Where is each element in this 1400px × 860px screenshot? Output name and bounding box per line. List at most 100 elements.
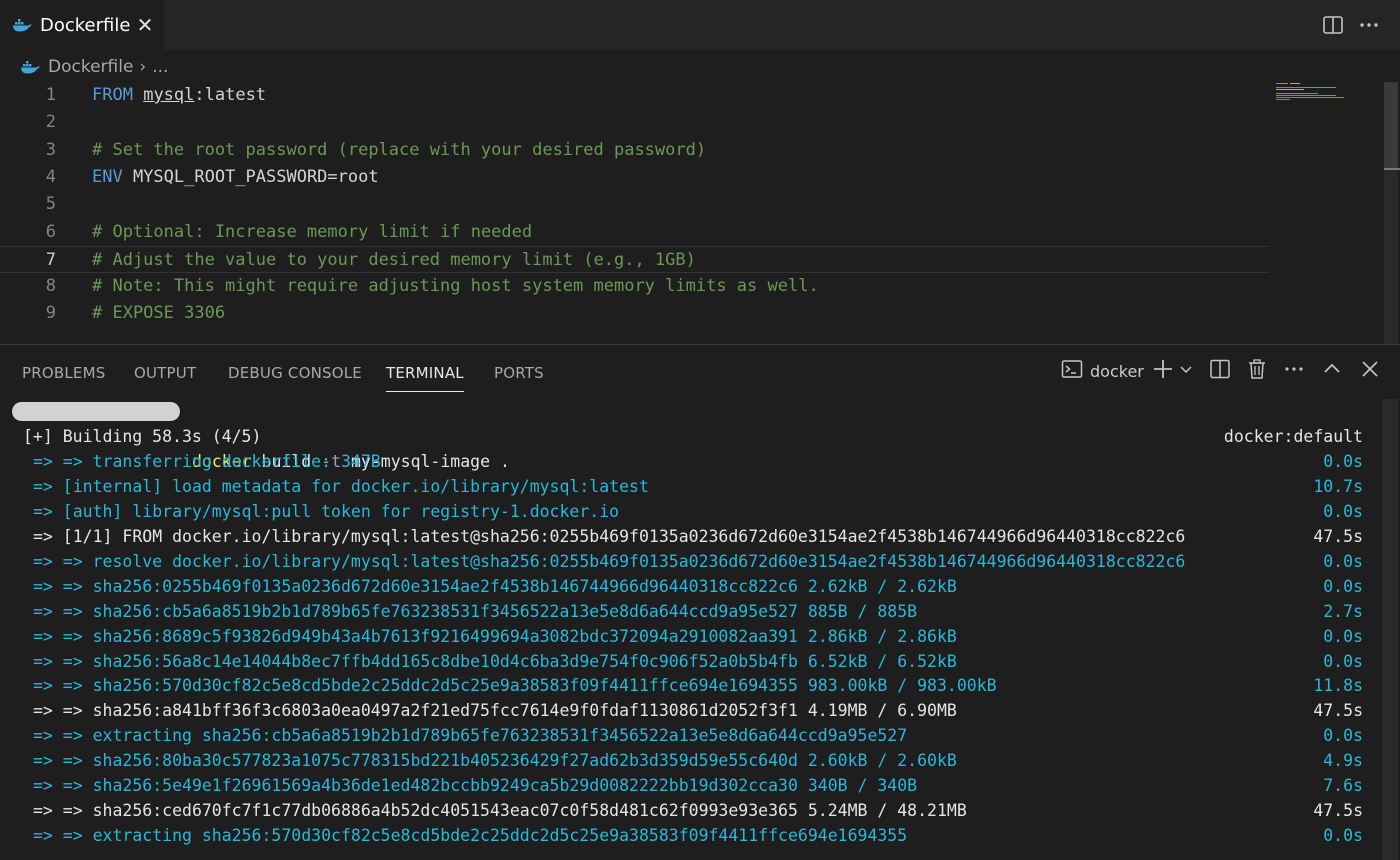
tab-debug-console[interactable]: DEBUG CONSOLE xyxy=(228,361,362,385)
code-editor[interactable]: 1 FROM mysql:latest 2 3 # Set the root passw… xyxy=(0,82,1384,344)
add-terminal-icon[interactable] xyxy=(1151,357,1175,381)
terminal-line: => => sha256:cb5a6a8519b2b1d789b65fe7632… xyxy=(0,599,1382,624)
terminal-line: => [1/1] FROM docker.io/library/mysql:la… xyxy=(0,524,1382,549)
code-line[interactable]: 7 # Adjust the value to your desired memo… xyxy=(0,245,1270,274)
code-line[interactable]: 9 # EXPOSE 3306 xyxy=(0,300,1270,327)
terminal-line-text: => => sha256:ced670fc7f1c77db06886a4b52d… xyxy=(33,801,967,821)
terminal-line-duration: 0.0s xyxy=(1323,501,1363,521)
chevron-right-icon: › xyxy=(139,57,147,77)
terminal-line: => => sha256:a841bff36f3c6803a0ea0497a2f… xyxy=(0,698,1382,723)
terminal-line-duration: docker:default xyxy=(1223,426,1363,446)
terminal-line: => => transferring dockerfile: 347B 0.0s xyxy=(0,449,1382,474)
code-line[interactable]: 2 xyxy=(0,109,1270,136)
terminal-line-duration: 0.0s xyxy=(1323,826,1363,846)
terminal-line-duration: 47.5s xyxy=(1313,701,1363,721)
terminal-line-duration: 0.0s xyxy=(1323,451,1363,471)
terminal-line-duration: 0.0s xyxy=(1323,726,1363,746)
close-panel-icon[interactable] xyxy=(1358,357,1382,381)
trash-icon[interactable] xyxy=(1245,357,1269,381)
bottom-panel: PROBLEMS OUTPUT DEBUG CONSOLE TERMINAL P… xyxy=(0,344,1400,860)
code-line[interactable]: 4 ENV MYSQL_ROOT_PASSWORD=root xyxy=(0,164,1270,191)
terminal-line-text: => => extracting sha256:570d30cf82c5e8cd… xyxy=(33,826,908,846)
terminal-line-text: => => resolve docker.io/library/mysql:la… xyxy=(33,551,1186,571)
terminal-line-text: => => sha256:0255b469f0135a0236d672d60e3… xyxy=(33,576,957,596)
terminal-line-text: => => sha256:a841bff36f3c6803a0ea0497a2f… xyxy=(33,701,957,721)
line-number: 3 xyxy=(45,139,56,160)
terminal-line: => => sha256:80ba30c577823a1075c778315bd… xyxy=(0,748,1382,773)
tab-output[interactable]: OUTPUT xyxy=(134,361,196,385)
terminal-line-duration: 7.6s xyxy=(1323,776,1363,796)
terminal-line: => => sha256:0255b469f0135a0236d672d60e3… xyxy=(0,574,1382,599)
close-icon[interactable]: ✕ xyxy=(133,11,157,39)
editor-scrollbar[interactable] xyxy=(1384,82,1400,344)
terminal-line-text: => => sha256:56a8c14e14044b8ec7ffb4dd165… xyxy=(33,651,957,671)
code-line[interactable]: 8 # Note: This might require adjusting ho… xyxy=(0,273,1270,300)
terminal-line-duration: 4.9s xyxy=(1323,751,1363,771)
tab-ports[interactable]: PORTS xyxy=(494,361,544,385)
terminal-line: => [internal] load metadata for docker.i… xyxy=(0,474,1382,499)
terminal-line: => => extracting sha256:570d30cf82c5e8cd… xyxy=(0,823,1382,848)
code-token: ENV xyxy=(92,166,123,187)
terminal-line: => => sha256:5e49e1f26961569a4b36de1ed48… xyxy=(0,773,1382,798)
code-token: # Adjust the value to your desired memor… xyxy=(92,249,696,270)
chevron-down-icon[interactable] xyxy=(1178,357,1194,381)
terminal-line: => [auth] library/mysql:pull token for r… xyxy=(0,499,1382,524)
terminal-line: => => sha256:570d30cf82c5e8cd5bde2c25ddc… xyxy=(0,673,1382,698)
terminal-line-duration: 0.0s xyxy=(1323,551,1363,571)
terminal-line-text: => [1/1] FROM docker.io/library/mysql:la… xyxy=(33,526,1186,546)
terminal-line-duration: 47.5s xyxy=(1313,526,1363,546)
code-token: # EXPOSE 3306 xyxy=(92,303,226,324)
code-token: FROM xyxy=(92,85,133,105)
terminal-line-text: [+] Building 58.3s (4/5) xyxy=(23,426,262,446)
terminal-line-duration: 0.0s xyxy=(1323,576,1363,596)
breadcrumb: Dockerfile › ... xyxy=(20,55,168,79)
editor-scrollbar-thumb[interactable] xyxy=(1384,82,1398,168)
minimap[interactable] xyxy=(1276,82,1348,102)
code-line[interactable]: 1 FROM mysql:latest xyxy=(0,82,1270,109)
more-actions-icon[interactable] xyxy=(1356,12,1382,38)
terminal-line-text: => => transferring dockerfile: 347B xyxy=(33,451,381,471)
tab-terminal[interactable]: TERMINAL xyxy=(386,361,464,392)
line-number: 5 xyxy=(45,194,56,215)
terminal-name[interactable]: docker xyxy=(1090,360,1144,384)
docker-icon xyxy=(13,19,32,32)
code-text: ENV MYSQL_ROOT_PASSWORD=root xyxy=(92,164,379,191)
terminal-line-text: => => extracting sha256:cb5a6a8519b2b1d7… xyxy=(33,726,908,746)
tab-dockerfile[interactable]: Dockerfile ✕ xyxy=(0,0,164,50)
split-terminal-icon[interactable] xyxy=(1208,357,1232,381)
terminal-line-duration: 2.7s xyxy=(1323,601,1363,621)
terminal-line-text: => [internal] load metadata for docker.i… xyxy=(33,476,649,496)
terminal-line-duration: 0.0s xyxy=(1323,626,1363,646)
line-number: 6 xyxy=(45,221,56,242)
terminal-line-text: => [auth] library/mysql:pull token for r… xyxy=(33,501,620,521)
terminal-line: => => sha256:8689c5f93826d949b43a4b7613f… xyxy=(0,624,1382,649)
code-line[interactable]: 6 # Optional: Increase memory limit if ne… xyxy=(0,219,1270,246)
tab-problems[interactable]: PROBLEMS xyxy=(22,361,105,385)
terminal-line: => => sha256:56a8c14e14044b8ec7ffb4dd165… xyxy=(0,649,1382,674)
split-editor-icon[interactable] xyxy=(1320,12,1346,38)
code-line[interactable]: 5 xyxy=(0,191,1270,218)
line-number: 2 xyxy=(45,112,56,133)
code-token: mysql xyxy=(143,85,195,105)
terminal-line: => => sha256:ced670fc7f1c77db06886a4b52d… xyxy=(0,798,1382,823)
line-number: 8 xyxy=(45,276,56,297)
more-actions-icon[interactable] xyxy=(1282,357,1306,381)
breadcrumb-file[interactable]: Dockerfile xyxy=(48,57,133,77)
chevron-up-icon[interactable] xyxy=(1320,357,1344,381)
code-token: :latest xyxy=(194,85,267,105)
code-text: FROM mysql:latest xyxy=(92,82,266,109)
code-token: # Optional: Increase memory limit if nee… xyxy=(92,221,533,242)
redacted-prompt xyxy=(12,402,180,421)
terminal-scrollbar[interactable] xyxy=(1382,399,1398,860)
code-text: # Adjust the value to your desired memor… xyxy=(92,247,696,274)
terminal-line-duration: 10.7s xyxy=(1313,476,1363,496)
line-number: 4 xyxy=(45,166,56,187)
line-number: 9 xyxy=(45,303,56,324)
code-token: MYSQL_ROOT_PASSWORD=root xyxy=(122,166,379,187)
code-line[interactable]: 3 # Set the root password (replace with y… xyxy=(0,137,1270,164)
terminal-line-text: => => sha256:8689c5f93826d949b43a4b7613f… xyxy=(33,626,957,646)
breadcrumb-more[interactable]: ... xyxy=(152,57,168,77)
editor-tab-bar: Dockerfile ✕ xyxy=(0,0,1400,50)
terminal-icon xyxy=(1061,360,1083,378)
